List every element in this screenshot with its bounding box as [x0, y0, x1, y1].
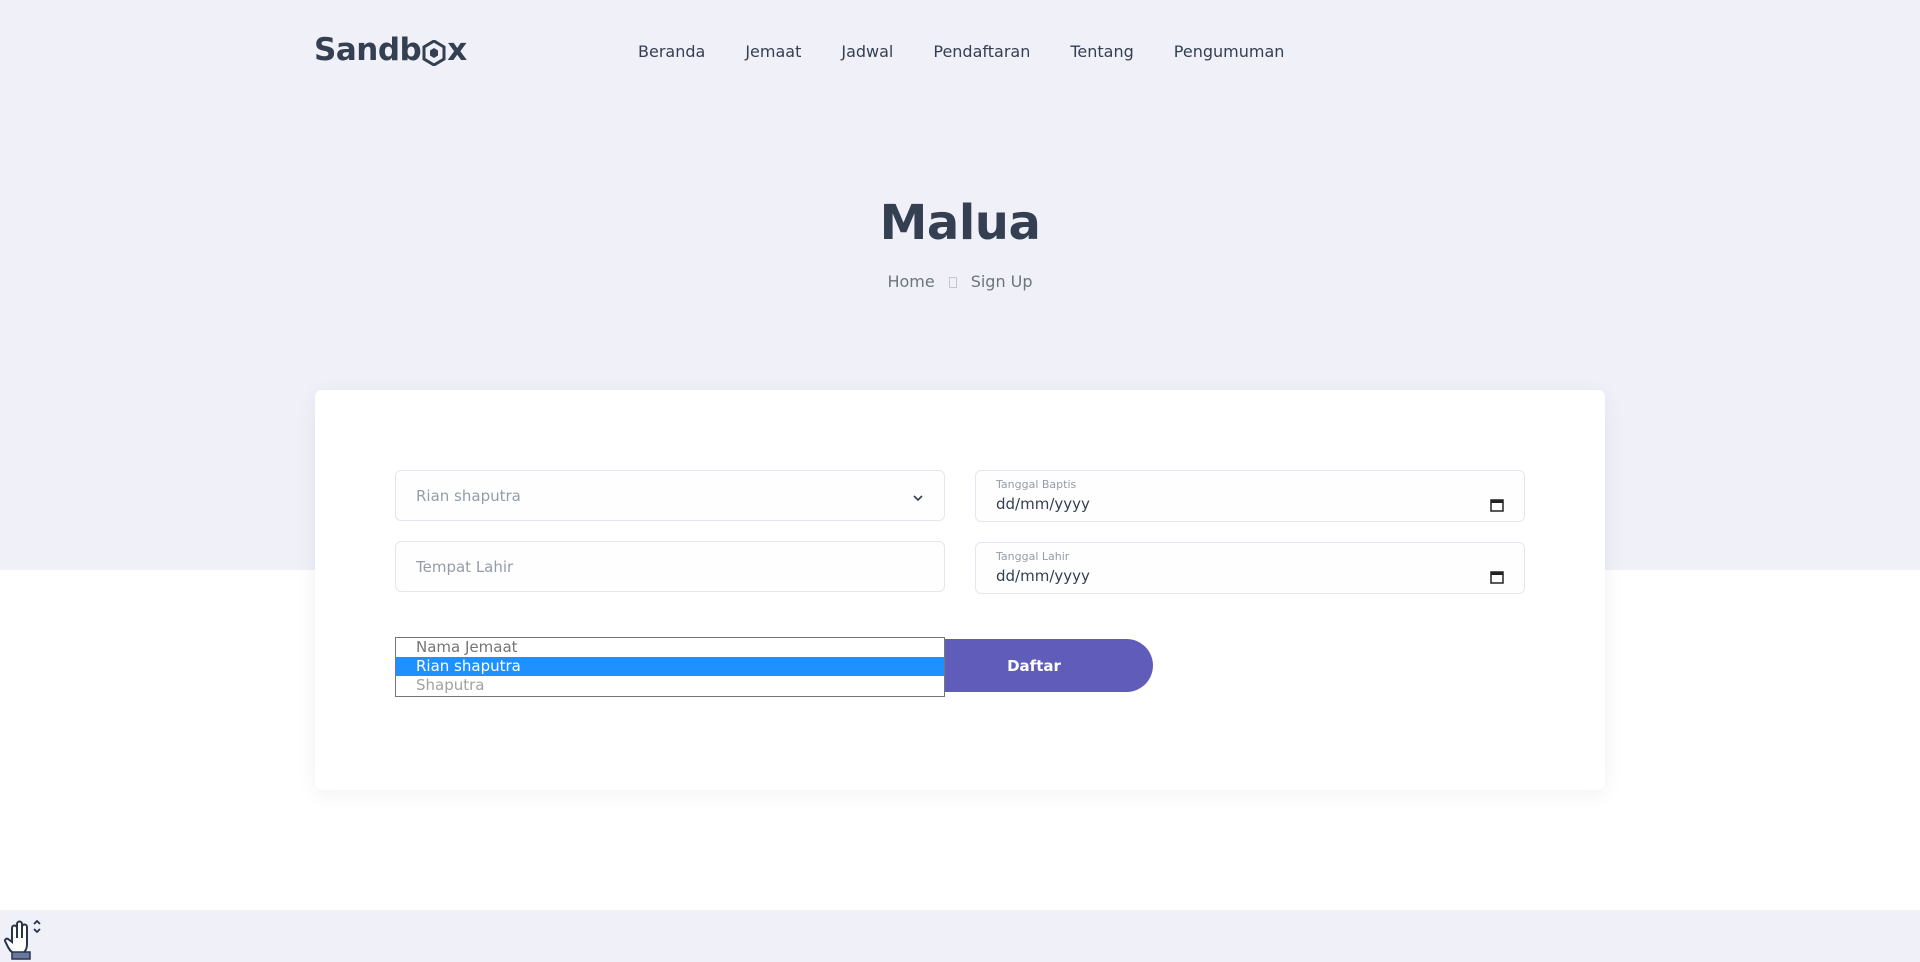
- jemaat-select-value: Rian shaputra: [416, 487, 521, 505]
- hand-scroll-icon: [4, 918, 42, 960]
- logo-text-start: Sandb: [314, 32, 422, 68]
- tanggal-baptis-value: dd/mm/yyyy: [996, 495, 1090, 513]
- breadcrumb-home[interactable]: Home: [887, 272, 934, 291]
- tempat-lahir-field[interactable]: [395, 541, 945, 592]
- dropdown-option-shaputra[interactable]: Shaputra: [396, 676, 944, 695]
- jemaat-select[interactable]: Rian shaputra: [395, 470, 945, 521]
- nav-pengumuman[interactable]: Pengumuman: [1174, 42, 1285, 61]
- nav-jemaat[interactable]: Jemaat: [745, 42, 801, 61]
- logo-box-icon: [422, 38, 446, 67]
- chevron-down-icon: [912, 489, 924, 502]
- dropdown-option-rian-shaputra[interactable]: Rian shaputra: [396, 657, 944, 676]
- calendar-icon[interactable]: [1490, 497, 1504, 512]
- jemaat-dropdown-list[interactable]: Nama Jemaat Rian shaputra Shaputra: [395, 637, 945, 697]
- tanggal-baptis-field[interactable]: Tanggal Baptis dd/mm/yyyy: [975, 470, 1525, 522]
- nav-pendaftaran[interactable]: Pendaftaran: [933, 42, 1030, 61]
- nav-jadwal[interactable]: Jadwal: [841, 42, 893, 61]
- footer-strip: [0, 910, 1920, 962]
- tempat-lahir-input[interactable]: [396, 542, 944, 591]
- site-logo[interactable]: Sandb x: [314, 32, 467, 68]
- dropdown-option-nama-jemaat[interactable]: Nama Jemaat: [396, 638, 944, 657]
- breadcrumb-current: Sign Up: [970, 272, 1033, 291]
- tanggal-lahir-field[interactable]: Tanggal Lahir dd/mm/yyyy: [975, 542, 1525, 594]
- logo-text-end: x: [447, 32, 467, 68]
- tanggal-lahir-value: dd/mm/yyyy: [996, 567, 1090, 585]
- tanggal-lahir-label: Tanggal Lahir: [996, 550, 1070, 563]
- calendar-icon[interactable]: [1490, 569, 1504, 584]
- page-title: Malua: [879, 195, 1041, 251]
- tanggal-baptis-label: Tanggal Baptis: [996, 478, 1077, 491]
- nav-beranda[interactable]: Beranda: [638, 42, 705, 61]
- breadcrumb: Home Sign Up: [0, 272, 1920, 291]
- daftar-button[interactable]: Daftar: [915, 639, 1153, 692]
- main-nav: Beranda Jemaat Jadwal Pendaftaran Tentan…: [638, 42, 1324, 61]
- nav-tentang[interactable]: Tentang: [1070, 42, 1133, 61]
- breadcrumb-separator-icon: [948, 277, 957, 288]
